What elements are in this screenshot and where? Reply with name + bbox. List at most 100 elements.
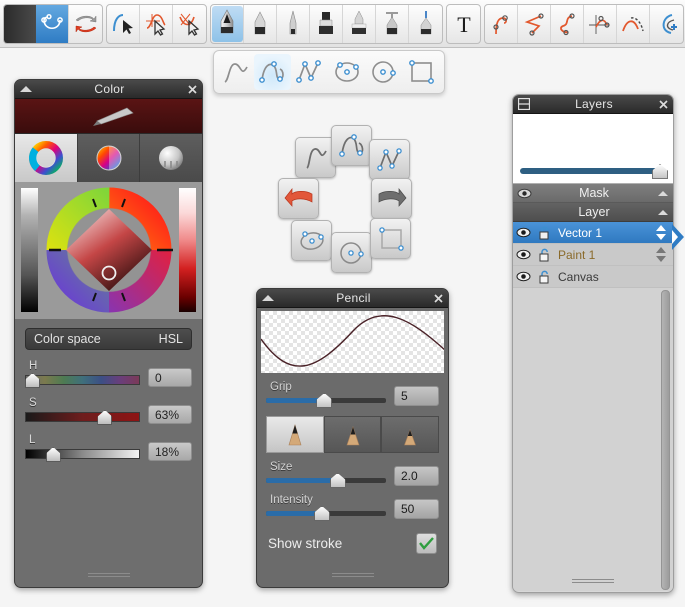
mask-section-header[interactable]: Mask <box>513 184 673 203</box>
layer-section-collapse[interactable] <box>653 209 673 215</box>
layer-opacity-knob[interactable] <box>652 164 668 179</box>
pencil-tool-button[interactable] <box>211 4 244 43</box>
pencil-panel-titlebar[interactable]: Pencil <box>257 289 448 308</box>
pencil-tip-hard-button[interactable] <box>381 416 440 453</box>
radial-circle-button[interactable] <box>331 232 372 273</box>
layers-scrollbar[interactable] <box>661 290 670 590</box>
pencil-panel-collapse-button[interactable] <box>257 295 279 301</box>
ink-pen-tool-button[interactable] <box>409 5 442 43</box>
color-panel-titlebar[interactable]: Color <box>15 80 202 99</box>
saturation-slider[interactable]: S <box>25 397 140 425</box>
bezier-curve-shape-button[interactable] <box>254 54 291 90</box>
pencil-tip-medium-button[interactable] <box>323 416 382 453</box>
color-disc-tab[interactable] <box>77 134 141 182</box>
hsl-color-wheel[interactable] <box>15 182 202 319</box>
circle-shape-button[interactable] <box>365 54 402 90</box>
size-slider[interactable]: Size <box>266 461 386 488</box>
stroke-preview[interactable] <box>261 311 444 373</box>
radial-freehand-curve-button[interactable] <box>295 137 336 178</box>
hue-slider[interactable]: H <box>25 360 140 388</box>
color-wheel-tab[interactable] <box>15 134 78 182</box>
show-stroke-checkbox[interactable] <box>416 533 437 554</box>
lightness-value-field[interactable]: 18% <box>148 442 192 461</box>
layer-row-vector-1[interactable]: Vector 1 <box>513 222 673 244</box>
paint-1-reorder-arrows[interactable] <box>652 247 669 262</box>
color-panel-close-button[interactable] <box>182 84 202 94</box>
grip-knob[interactable] <box>316 393 333 408</box>
intensity-knob[interactable] <box>314 506 330 521</box>
layer-opacity-slider[interactable] <box>520 168 660 174</box>
saturation-track[interactable] <box>25 412 140 422</box>
marker-tool-button[interactable] <box>310 4 343 43</box>
layers-panel-close-button[interactable] <box>653 99 673 109</box>
expand-right-panel-tab[interactable] <box>672 222 685 252</box>
value-strip-left[interactable] <box>21 188 38 312</box>
select-node-tool-button[interactable] <box>140 4 173 43</box>
value-strip-right[interactable] <box>179 188 196 312</box>
saturation-value-field[interactable]: 63% <box>148 405 192 424</box>
radial-undo-button[interactable] <box>278 178 319 219</box>
radial-rectangle-button[interactable] <box>370 218 411 259</box>
layer-row-paint-1[interactable]: Paint 1 <box>513 244 673 266</box>
radial-bezier-curve-button[interactable] <box>331 125 372 166</box>
radial-redo-button[interactable] <box>371 178 412 219</box>
text-tool-button[interactable]: T <box>447 5 480 43</box>
select-handle-tool-button[interactable] <box>173 5 206 43</box>
ellipse-shape-button[interactable] <box>328 54 365 90</box>
size-value-field[interactable]: 2.0 <box>394 466 439 486</box>
layers-list-body[interactable] <box>513 288 673 591</box>
layer-row-canvas[interactable]: Canvas <box>513 266 673 288</box>
split-path-tool-button[interactable] <box>551 4 584 43</box>
airbrush-tool-button[interactable] <box>343 4 376 43</box>
canvas-visibility-toggle[interactable] <box>513 271 534 282</box>
show-stroke-row[interactable]: Show stroke <box>268 533 437 554</box>
intensity-slider[interactable]: Intensity <box>266 494 386 521</box>
vector-1-reorder-arrows[interactable] <box>652 225 669 240</box>
canvas-lock-toggle[interactable] <box>534 270 555 284</box>
layers-panel-titlebar[interactable]: Layers <box>513 95 673 114</box>
layer-section-header[interactable]: Layer <box>513 203 673 222</box>
toolbar-grip-handle[interactable] <box>4 4 36 43</box>
mask-visibility-toggle[interactable] <box>513 188 535 199</box>
pen-nib-tool-button[interactable] <box>277 4 310 43</box>
layer-thumbnail-area[interactable] <box>513 114 673 184</box>
pencil-panel-close-button[interactable] <box>428 293 448 303</box>
intensity-value-field[interactable]: 50 <box>394 499 439 519</box>
size-knob[interactable] <box>329 473 346 488</box>
polyline-shape-button[interactable] <box>291 54 328 90</box>
lightness-slider[interactable]: L <box>25 434 140 462</box>
paint-1-visibility-toggle[interactable] <box>513 249 534 260</box>
hue-track[interactable] <box>25 375 140 385</box>
color-panel-resize-grip[interactable] <box>87 573 130 579</box>
crayon-tool-button[interactable] <box>244 4 277 43</box>
smooth-path-tool-button[interactable] <box>617 4 650 43</box>
select-path-tool-button[interactable] <box>107 4 140 43</box>
colorspace-selector[interactable]: Color space HSL <box>25 328 192 350</box>
mask-section-collapse[interactable] <box>653 190 673 196</box>
radial-ellipse-button[interactable] <box>291 220 332 261</box>
color-panel-collapse-button[interactable] <box>15 86 37 92</box>
grip-value-field[interactable]: 5 <box>394 386 439 406</box>
layers-panel-resize-grip[interactable] <box>572 579 614 585</box>
lightness-track[interactable] <box>25 449 140 459</box>
undo-redo-button[interactable] <box>69 5 102 43</box>
pencil-tip-soft-button[interactable] <box>266 416 324 453</box>
transform-node-tool-button[interactable] <box>584 4 617 43</box>
radial-polyline-button[interactable] <box>369 139 410 180</box>
color-sphere-tab[interactable] <box>140 134 202 182</box>
rectangle-shape-button[interactable] <box>402 54 439 90</box>
add-path-tool-button[interactable] <box>650 5 683 43</box>
add-node-tool-button[interactable] <box>485 4 518 43</box>
path-node-tool-button[interactable] <box>36 4 69 43</box>
layers-panel-menu-button[interactable] <box>513 98 535 110</box>
freehand-curve-shape-button[interactable] <box>217 54 254 90</box>
vector-1-lock-toggle[interactable] <box>534 226 555 240</box>
paint-1-lock-toggle[interactable] <box>534 248 555 262</box>
delete-node-tool-button[interactable] <box>518 4 551 43</box>
pencil-panel-resize-grip[interactable] <box>331 573 374 579</box>
grip-slider[interactable]: Grip <box>266 381 386 408</box>
vector-1-visibility-toggle[interactable] <box>513 227 534 238</box>
current-color-swatch[interactable] <box>15 99 202 134</box>
hue-value-field[interactable]: 0 <box>148 368 192 387</box>
color-wheel-graphic[interactable] <box>41 182 178 319</box>
